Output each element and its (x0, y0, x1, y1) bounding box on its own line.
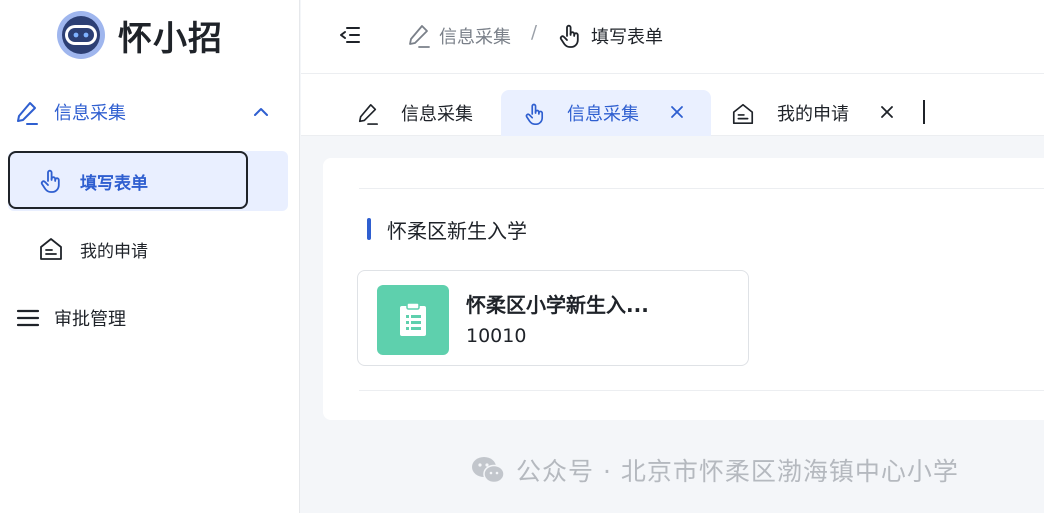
collapse-sidebar-icon[interactable] (339, 24, 361, 46)
close-icon[interactable] (879, 104, 895, 124)
text-cursor (923, 100, 925, 124)
app-logo[interactable]: 怀小招 (56, 10, 223, 60)
sidebar-item-fill-form[interactable]: 填写表单 (8, 151, 288, 211)
pencil-icon (357, 102, 379, 126)
form-icon-tile (377, 285, 449, 355)
section-accent-bar (367, 218, 371, 240)
divider (359, 188, 1044, 189)
sidebar-item-label: 审批管理 (54, 309, 126, 330)
breadcrumb-separator: / (531, 22, 538, 43)
breadcrumb-label: 信息采集 (439, 27, 511, 48)
tab-my-applications[interactable]: 我的申请 (715, 90, 925, 136)
breadcrumb-item-fill-form: 填写表单 (557, 22, 663, 50)
sidebar-item-approval-management[interactable]: 审批管理 (0, 294, 300, 342)
tab-bar: 信息采集 信息采集 我的申请 (301, 74, 1044, 136)
house-doc-icon (731, 102, 755, 126)
tab-fill-form-active[interactable]: 信息采集 (501, 90, 711, 136)
section-title: 怀柔区新生入学 (367, 216, 527, 243)
breadcrumb-item-info-collection[interactable]: 信息采集 (407, 22, 511, 50)
clipboard-list-icon (398, 302, 428, 338)
wechat-icon (470, 455, 506, 485)
tab-label: 信息采集 (401, 104, 473, 125)
house-doc-icon (38, 236, 64, 262)
sidebar-item-label: 我的申请 (80, 241, 148, 262)
tab-label: 我的申请 (777, 104, 849, 125)
pencil-icon (407, 23, 431, 49)
sidebar: 怀小招 信息采集 填写表单 我的申请 审批管理 (0, 0, 300, 513)
sidebar-item-my-applications[interactable]: 我的申请 (8, 219, 288, 279)
robot-logo-icon (56, 10, 106, 60)
close-icon[interactable] (669, 104, 685, 124)
watermark-text: 公众号 · 北京市怀柔区渤海镇中心小学 (516, 457, 959, 486)
menu-lines-icon (16, 308, 40, 328)
content-card: 怀柔区新生入学 怀柔区小学新生入... 10010 (323, 158, 1044, 420)
pencil-icon (14, 100, 40, 126)
sidebar-item-label: 填写表单 (80, 173, 148, 194)
pointer-hand-icon (38, 168, 64, 194)
form-code: 10010 (466, 325, 527, 347)
tab-label: 信息采集 (567, 104, 639, 125)
tab-info-collection[interactable]: 信息采集 (301, 90, 497, 136)
chevron-up-icon[interactable] (252, 104, 270, 123)
app-name: 怀小招 (118, 18, 223, 59)
wechat-watermark: 公众号 · 北京市怀柔区渤海镇中心小学 (470, 452, 959, 488)
form-card[interactable]: 怀柔区小学新生入... 10010 (357, 270, 749, 366)
sidebar-group-label: 信息采集 (54, 103, 126, 124)
breadcrumb-label: 填写表单 (591, 27, 663, 48)
pointer-hand-icon (557, 23, 583, 49)
form-title: 怀柔区小学新生入... (466, 293, 649, 317)
top-header: 信息采集 / 填写表单 (301, 0, 1044, 74)
divider (359, 390, 1044, 391)
pointer-hand-icon (523, 102, 547, 126)
section-title-text: 怀柔区新生入学 (387, 218, 527, 243)
sidebar-group-info-collection[interactable]: 信息采集 (0, 88, 300, 136)
